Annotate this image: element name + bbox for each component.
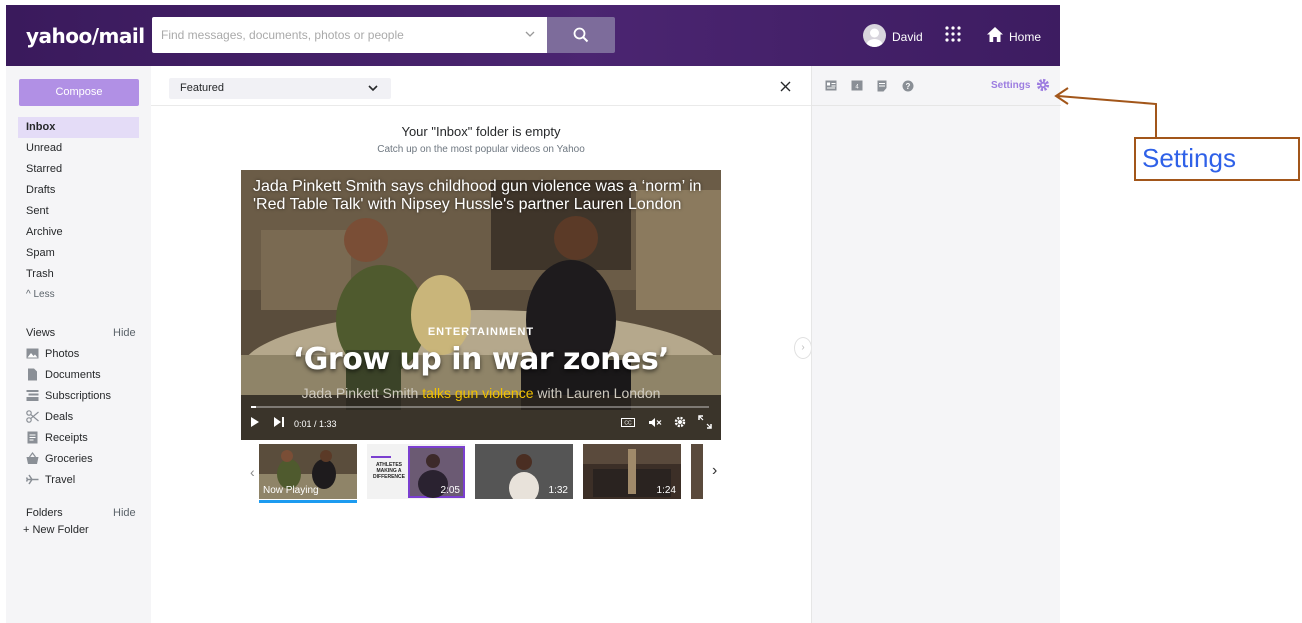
divider	[151, 105, 811, 106]
thumbnail-duration: 2:05	[440, 485, 460, 496]
now-playing-indicator	[259, 500, 357, 503]
thumbnail-label: Now Playing	[263, 485, 319, 496]
view-label: Photos	[45, 348, 80, 360]
closed-captions-icon[interactable]: CC	[621, 418, 635, 427]
scissors-icon	[26, 410, 39, 423]
top-header: yahoo/mail David	[6, 5, 1060, 66]
thumbnail-duration: 1:24	[656, 485, 676, 496]
folders-hide-link[interactable]: Hide	[113, 507, 136, 519]
video-subtitle-highlight: talks gun violence	[422, 385, 534, 401]
video-thumbnail[interactable]: 1:24	[583, 444, 681, 499]
view-label: Subscriptions	[45, 390, 112, 402]
help-icon[interactable]: ?	[902, 80, 914, 92]
video-subtitle: Jada Pinkett Smith talks gun violence wi…	[241, 385, 721, 401]
video-subtitle-part: with Lauren London	[537, 385, 661, 401]
mute-icon[interactable]	[648, 417, 662, 428]
divider	[812, 105, 1061, 106]
empty-folder-subtitle: Catch up on the most popular videos on Y…	[377, 144, 585, 155]
video-thumbnail-partial[interactable]	[691, 444, 703, 499]
svg-text:CC: CC	[624, 421, 632, 427]
compose-button[interactable]: Compose	[19, 79, 139, 106]
left-sidebar: Compose Inbox Unread Starred Drafts Sent…	[6, 66, 151, 623]
views-heading: Views	[26, 327, 56, 339]
calendar-icon[interactable]: 4	[851, 80, 863, 91]
view-label: Travel	[45, 474, 76, 486]
folder-inbox[interactable]: Inbox	[18, 117, 139, 138]
search-box	[152, 17, 547, 53]
folder-unread[interactable]: Unread	[18, 138, 139, 159]
thumbnails-prev-button[interactable]: ‹	[250, 464, 255, 480]
video-progress-bar[interactable]	[251, 406, 709, 408]
featured-dropdown-label: Featured	[180, 82, 225, 94]
yahoo-mail-window: yahoo/mail David	[6, 5, 1061, 623]
search-options-chevron-icon[interactable]	[525, 29, 535, 39]
notepad-icon[interactable]	[877, 80, 887, 92]
svg-text:?: ?	[906, 82, 911, 91]
video-time: 0:01 / 1:33	[294, 419, 337, 429]
annotation-arrow	[1054, 87, 1157, 137]
avatar[interactable]	[863, 24, 886, 47]
right-panel: 4 ? Settings	[811, 66, 1061, 623]
video-progress-fill	[251, 406, 256, 408]
subscriptions-icon	[26, 390, 39, 401]
search-bar	[152, 17, 615, 53]
user-name[interactable]: David	[892, 30, 923, 44]
video-thumbnail[interactable]: Now Playing	[259, 444, 357, 499]
basket-icon	[26, 452, 39, 464]
folder-spam[interactable]: Spam	[18, 243, 139, 264]
folder-trash[interactable]: Trash	[18, 264, 139, 285]
user-avatar-icon	[866, 28, 883, 47]
main-content: Featured Your "Inbox" folder is empty Ca…	[151, 66, 812, 623]
expand-panel-handle[interactable]: ›	[794, 337, 812, 359]
less-toggle[interactable]: ^ Less	[26, 289, 55, 300]
close-icon[interactable]	[780, 81, 791, 92]
search-button[interactable]	[547, 17, 615, 53]
documents-icon	[28, 368, 37, 381]
view-label: Deals	[45, 411, 74, 423]
search-input[interactable]	[161, 28, 511, 42]
view-label: Receipts	[45, 432, 88, 444]
play-icon[interactable]	[250, 416, 260, 428]
video-caption: Jada Pinkett Smith says childhood gun vi…	[253, 178, 702, 213]
thumbnail-title: ATHLETES MAKING A DIFFERENCE	[373, 462, 405, 480]
video-headline: ‘Grow up in war zones’	[292, 342, 670, 377]
video-player[interactable]: Jada Pinkett Smith says childhood gun vi…	[241, 170, 721, 440]
folder-drafts[interactable]: Drafts	[18, 180, 139, 201]
video-subtitle-part: Jada Pinkett Smith	[301, 385, 419, 401]
apps-grid-icon[interactable]	[944, 25, 962, 43]
contacts-icon[interactable]	[825, 80, 837, 91]
featured-dropdown[interactable]: Featured	[169, 78, 391, 99]
view-label: Documents	[45, 369, 101, 381]
thumbnail-duration: 1:32	[548, 485, 568, 496]
video-thumbnail[interactable]: ATHLETES MAKING A DIFFERENCE 2:05	[367, 444, 465, 499]
video-thumbnail[interactable]: 1:32	[475, 444, 573, 499]
folder-archive[interactable]: Archive	[18, 222, 139, 243]
chevron-down-icon	[368, 85, 378, 92]
plane-icon	[26, 474, 39, 485]
next-track-icon[interactable]	[273, 416, 285, 428]
new-folder-button[interactable]: + New Folder	[23, 524, 89, 536]
settings-annotation: Settings	[1134, 137, 1300, 181]
video-category: ENTERTAINMENT	[427, 326, 535, 338]
thumbnails-next-button[interactable]: ›	[712, 462, 717, 480]
settings-link[interactable]: Settings	[991, 80, 1030, 91]
search-icon	[573, 27, 589, 43]
yahoo-mail-logo[interactable]: yahoo/mail	[26, 24, 145, 48]
views-hide-link[interactable]: Hide	[113, 327, 136, 339]
gear-icon[interactable]	[1036, 78, 1050, 92]
receipts-icon	[27, 431, 38, 444]
video-settings-icon[interactable]	[674, 416, 686, 428]
folder-starred[interactable]: Starred	[18, 159, 139, 180]
home-icon[interactable]	[986, 26, 1004, 43]
empty-folder-title: Your "Inbox" folder is empty	[401, 124, 561, 139]
folder-sent[interactable]: Sent	[18, 201, 139, 222]
photos-icon	[26, 348, 39, 359]
view-label: Groceries	[45, 453, 93, 465]
home-link[interactable]: Home	[1009, 30, 1041, 44]
fullscreen-icon[interactable]	[698, 415, 712, 429]
folders-heading: Folders	[26, 507, 63, 519]
